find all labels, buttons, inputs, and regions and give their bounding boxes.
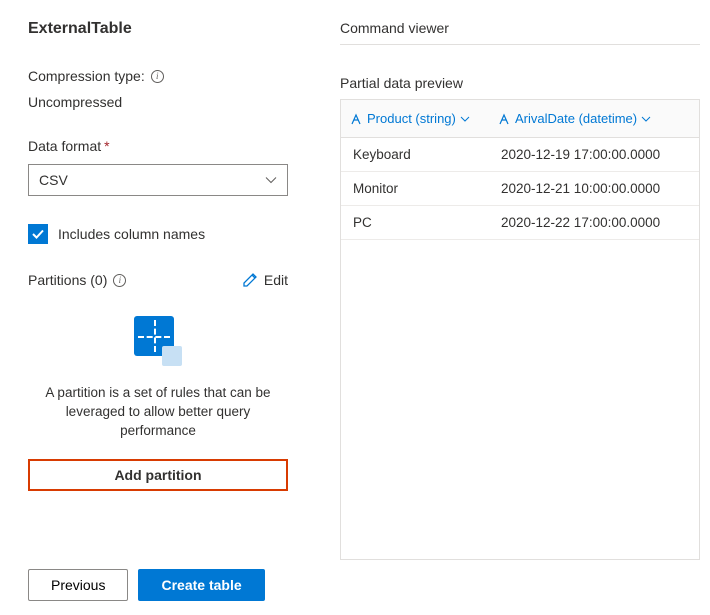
compression-label-row: Compression type: i <box>28 68 312 84</box>
edit-label: Edit <box>264 272 288 288</box>
checkmark-icon <box>31 227 45 241</box>
required-star: * <box>104 138 109 154</box>
page-title: ExternalTable <box>28 20 312 38</box>
dataformat-value: CSV <box>39 172 68 188</box>
cell-product: Keyboard <box>341 147 489 162</box>
table-row[interactable]: Monitor 2020-12-21 10:00:00.0000 <box>341 172 699 206</box>
type-icon <box>351 113 363 125</box>
includes-checkbox[interactable] <box>28 224 48 244</box>
config-panel: ExternalTable Compression type: i Uncomp… <box>0 0 340 615</box>
cell-date: 2020-12-19 17:00:00.0000 <box>489 147 699 162</box>
data-table: Product (string) ArivalDate (datetime) K… <box>340 99 700 560</box>
cell-date: 2020-12-21 10:00:00.0000 <box>489 181 699 196</box>
column-header-arivaldate[interactable]: ArivalDate (datetime) <box>489 111 699 126</box>
compression-label: Compression type: <box>28 68 145 84</box>
table-row[interactable]: Keyboard 2020-12-19 17:00:00.0000 <box>341 138 699 172</box>
column-header-product[interactable]: Product (string) <box>341 111 489 126</box>
table-empty-area <box>341 240 699 560</box>
cell-product: Monitor <box>341 181 489 196</box>
cell-product: PC <box>341 215 489 230</box>
table-header: Product (string) ArivalDate (datetime) <box>341 100 699 138</box>
partitions-header: Partitions (0) i Edit <box>28 272 288 288</box>
includes-label: Includes column names <box>58 226 205 242</box>
chevron-down-icon <box>265 174 277 186</box>
preview-panel: Command viewer Partial data preview Prod… <box>340 0 710 615</box>
includes-column-names-row: Includes column names <box>28 224 312 244</box>
edit-partitions-button[interactable]: Edit <box>242 272 288 288</box>
wizard-buttons: Previous Create table <box>28 569 312 601</box>
type-icon <box>499 113 511 125</box>
dataformat-select[interactable]: CSV <box>28 164 288 196</box>
compression-value: Uncompressed <box>28 94 312 110</box>
dataformat-label: Data format <box>28 138 101 154</box>
cell-date: 2020-12-22 17:00:00.0000 <box>489 215 699 230</box>
partition-illustration: A partition is a set of rules that can b… <box>28 316 288 491</box>
table-row[interactable]: PC 2020-12-22 17:00:00.0000 <box>341 206 699 240</box>
command-viewer-header[interactable]: Command viewer <box>340 20 700 45</box>
partition-description: A partition is a set of rules that can b… <box>28 384 288 441</box>
partition-tiles-icon <box>134 316 182 368</box>
dataformat-label-row: Data format * <box>28 138 312 154</box>
info-icon[interactable]: i <box>151 70 164 83</box>
previous-button[interactable]: Previous <box>28 569 128 601</box>
chevron-down-icon <box>641 114 651 124</box>
info-icon[interactable]: i <box>113 274 126 287</box>
partitions-label: Partitions (0) <box>28 272 107 288</box>
chevron-down-icon <box>460 114 470 124</box>
preview-title: Partial data preview <box>340 75 700 91</box>
add-partition-button[interactable]: Add partition <box>28 459 288 491</box>
create-table-button[interactable]: Create table <box>138 569 264 601</box>
pencil-icon <box>242 272 258 288</box>
